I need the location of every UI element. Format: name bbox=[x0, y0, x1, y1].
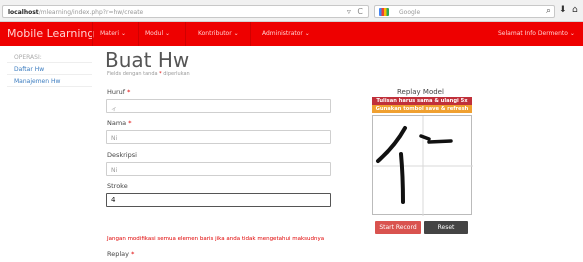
nav-item-modul[interactable]: Modul ⌄ bbox=[145, 30, 170, 37]
user-menu[interactable]: Selamat Info Dermento ⌄ bbox=[498, 30, 575, 37]
reset-button[interactable]: Reset bbox=[424, 221, 468, 234]
url-host: localhost bbox=[8, 9, 39, 16]
required-star: * bbox=[128, 119, 132, 127]
google-logo-icon bbox=[379, 8, 389, 16]
deskripsi-input[interactable]: Ni bbox=[106, 162, 331, 176]
nav-divider bbox=[92, 22, 93, 46]
stroke-label-text: Stroke bbox=[107, 182, 128, 190]
nama-input[interactable]: Ni bbox=[106, 130, 331, 144]
stroke-4 bbox=[427, 139, 453, 144]
nama-label-text: Nama bbox=[107, 119, 127, 127]
sidebar-heading: OPERASI: bbox=[14, 54, 42, 61]
replay-label-text: Replay bbox=[107, 250, 129, 258]
required-fields-note: Fields dengan tanda * diperlukan bbox=[107, 71, 190, 77]
sidebar-item-manajemen-hw[interactable]: Manajemen Hw bbox=[7, 75, 92, 87]
replay-label: Replay * bbox=[107, 250, 134, 258]
main-navbar: Mobile Learning Materi ⌄ Modul ⌄ Kontrib… bbox=[0, 22, 583, 46]
modification-warning: Jangan modifikasi semua elemen baris jik… bbox=[107, 236, 325, 242]
deskripsi-label: Deskripsi bbox=[107, 151, 137, 159]
browser-search-box[interactable]: Google ⌕ bbox=[374, 5, 555, 18]
note-prefix: Fields dengan tanda bbox=[107, 71, 160, 77]
reload-icon[interactable]: ▿ C bbox=[347, 7, 365, 16]
search-placeholder: Google bbox=[399, 9, 421, 16]
browser-toolbar: localhost/mlearning/index.php?r=hw/creat… bbox=[0, 0, 583, 22]
nama-label: Nama * bbox=[107, 119, 132, 127]
nav-divider bbox=[138, 22, 139, 46]
stroke-2 bbox=[399, 152, 405, 204]
nav-divider bbox=[250, 22, 251, 46]
required-star: * bbox=[127, 88, 131, 96]
notice-save-refresh: Gunakan tombol save & refresh bbox=[372, 105, 472, 113]
sidebar-item-daftar-hw[interactable]: Daftar Hw bbox=[7, 63, 92, 75]
nav-item-administrator[interactable]: Administrator ⌄ bbox=[262, 30, 310, 37]
address-bar[interactable]: localhost/mlearning/index.php?r=hw/creat… bbox=[2, 5, 369, 18]
replay-model-title: Replay Model bbox=[397, 88, 444, 96]
huruf-label-text: Huruf bbox=[107, 88, 126, 96]
handwriting-strokes bbox=[373, 116, 473, 216]
download-icon[interactable]: ⬇ bbox=[559, 5, 567, 15]
url-path: /mlearning/index.php?r=hw/create bbox=[38, 9, 144, 16]
huruf-input[interactable]: ィ bbox=[106, 99, 331, 113]
search-icon[interactable]: ⌕ bbox=[546, 6, 551, 16]
stroke-3 bbox=[419, 134, 431, 141]
drawing-canvas[interactable] bbox=[372, 115, 473, 216]
page-title: Buat Hw bbox=[105, 48, 190, 72]
deskripsi-label-text: Deskripsi bbox=[107, 151, 137, 159]
home-icon[interactable]: ⌂ bbox=[572, 5, 578, 15]
required-star: * bbox=[131, 250, 135, 258]
nav-item-materi[interactable]: Materi ⌄ bbox=[100, 30, 126, 37]
nav-divider bbox=[185, 22, 186, 46]
start-record-button[interactable]: Start Record bbox=[375, 221, 421, 234]
stroke-label: Stroke bbox=[107, 182, 128, 190]
stroke-input[interactable]: 4 bbox=[106, 193, 331, 207]
nav-item-kontributor[interactable]: Kontributor ⌄ bbox=[198, 30, 239, 37]
huruf-label: Huruf * bbox=[107, 88, 130, 96]
brand-logo[interactable]: Mobile Learning bbox=[7, 27, 94, 40]
notice-repeat: Tulisan harus sama & ulangi 5x bbox=[372, 97, 472, 105]
url-text[interactable]: localhost/mlearning/index.php?r=hw/creat… bbox=[8, 9, 143, 16]
note-suffix: diperlukan bbox=[161, 71, 190, 77]
